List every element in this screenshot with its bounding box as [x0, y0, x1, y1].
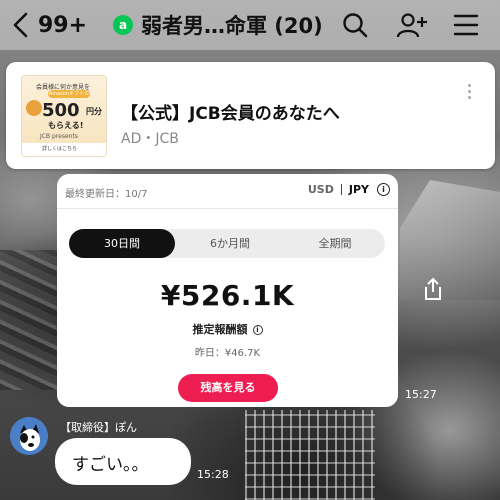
ad-card[interactable]: 会員様に何か意見を Amazonギフトカード 500 円分 もらえる! JCB … [6, 62, 495, 169]
sender-name: 【取締役】ぽん [60, 421, 137, 434]
chat-header: 99+ a 弱者男…命軍 (20) [0, 0, 500, 50]
add-person-icon [396, 13, 427, 38]
avatar[interactable] [10, 417, 48, 455]
ad-thumbnail: 会員様に何か意見を Amazonギフトカード 500 円分 もらえる! JCB … [21, 75, 107, 157]
ad-title: 【公式】JCB会員のあなたへ [121, 104, 340, 124]
more-options-icon[interactable] [466, 146, 474, 166]
period-tabs: 30日間 6か月間 全期間 [69, 229, 385, 258]
search-button[interactable] [341, 11, 369, 39]
share-button[interactable] [420, 276, 446, 302]
openchat-icon: a [113, 15, 133, 35]
estimated-reward-label: 推定報酬額 i [57, 321, 398, 337]
share-icon [425, 277, 441, 300]
add-friend-button[interactable] [396, 11, 428, 39]
currency-toggle: USD JPY i [308, 183, 390, 196]
hamburger-menu-icon [453, 14, 479, 36]
currency-jpy: JPY [348, 183, 369, 196]
estimated-reward-amount: ¥526.1K [160, 279, 295, 312]
tab-all-time: 全期間 [318, 237, 352, 250]
card-divider [57, 208, 398, 209]
thumb-bottom-text: 詳しくはこちら [22, 143, 106, 156]
thumb-amount: 500 [42, 100, 80, 121]
message-text: すごい。。 [72, 455, 149, 475]
info-icon: i [377, 183, 390, 196]
view-balance-button: 残高を見る [178, 374, 278, 402]
tab-6-months: 6か月間 [210, 237, 250, 250]
chat-title: 弱者男…命軍 (20) [141, 14, 323, 38]
message-bubble[interactable]: すごい。。 [55, 438, 191, 485]
back-button[interactable]: 99+ [10, 8, 87, 42]
message-timestamp: 15:27 [405, 388, 437, 401]
currency-divider [340, 184, 342, 195]
chevron-left-icon [13, 12, 28, 38]
search-icon [343, 13, 368, 38]
ad-subtitle: AD・JCB [121, 131, 179, 147]
last-updated-text: 最終更新日：10/7 [65, 189, 148, 200]
info-icon: i [252, 325, 263, 335]
background-fence [245, 410, 375, 500]
shared-image-message[interactable]: 最終更新日：10/7 USD JPY i 30日間 6か月間 全期間 ¥526.… [57, 174, 398, 407]
thumb-get-text: もらえる! [48, 121, 84, 130]
vertical-dots-icon[interactable] [468, 84, 471, 99]
menu-button[interactable] [452, 11, 480, 39]
estimated-reward-label-text: 推定報酬額 [192, 323, 248, 336]
thumb-amazon-text: Amazonギフトカード [48, 90, 90, 105]
dog-avatar-icon [10, 417, 48, 455]
currency-usd: USD [307, 183, 334, 196]
unread-count: 99+ [38, 12, 88, 38]
tab-30-days: 30日間 [69, 229, 175, 258]
message-timestamp: 15:28 [197, 468, 229, 481]
gift-icon [26, 100, 42, 116]
thumb-brand-text: JCB presents [40, 133, 78, 140]
chat-title-group[interactable]: a 弱者男…命軍 (20) [113, 10, 323, 40]
yesterday-amount: 昨日：¥46.7K [194, 348, 261, 359]
background-rubble [0, 250, 60, 390]
thumb-amount-unit: 円分 [86, 107, 102, 116]
